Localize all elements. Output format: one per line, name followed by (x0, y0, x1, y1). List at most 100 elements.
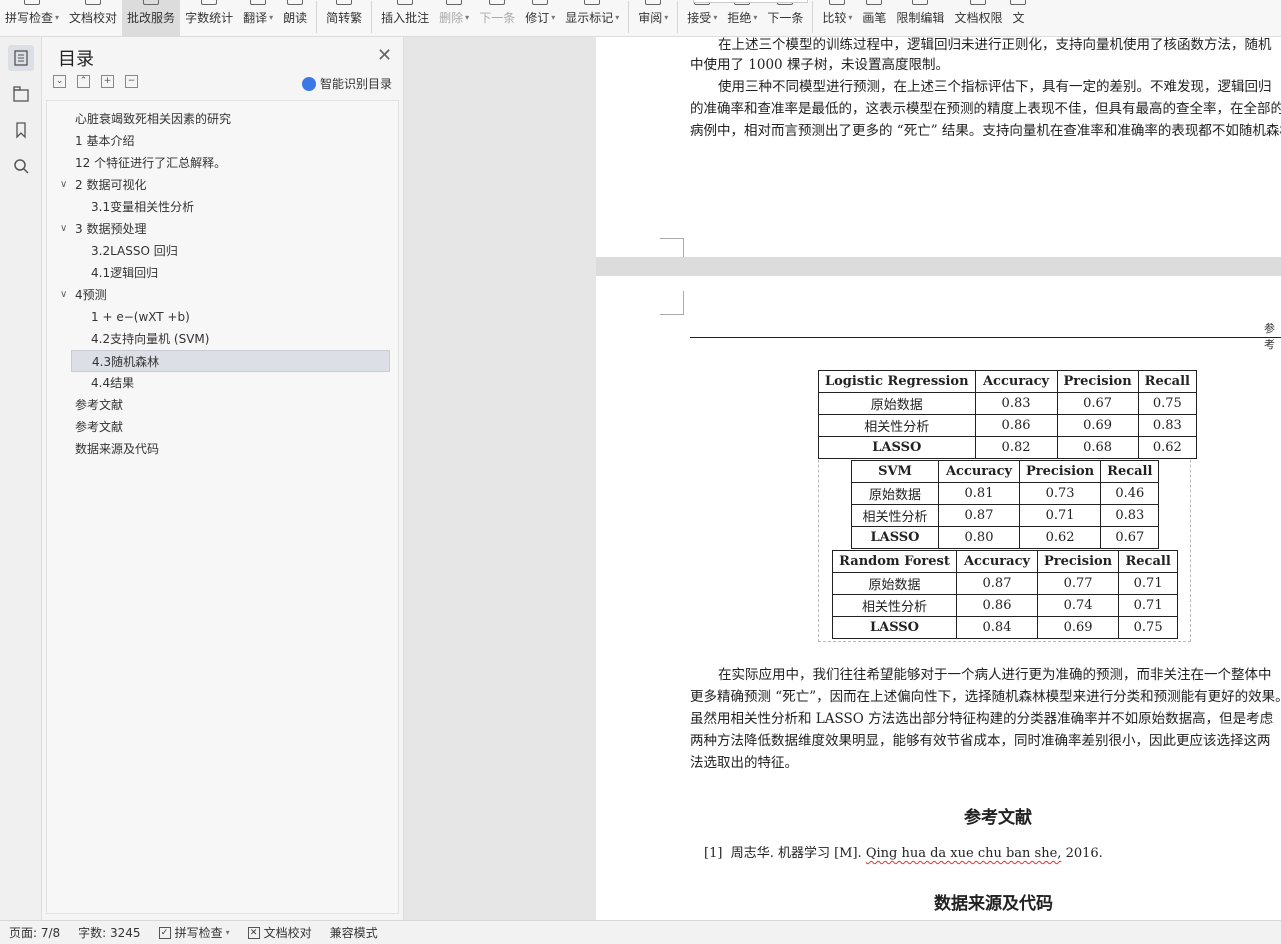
ribbon-icon (489, 0, 506, 5)
toc-icon[interactable] (8, 45, 34, 71)
search-icon[interactable] (8, 153, 34, 179)
ribbon-button[interactable]: 文档权限 (949, 0, 1007, 36)
toc-title: 目录 (58, 49, 94, 70)
table-row: 相关性分析 0.87 0.71 0.83 (851, 504, 1160, 527)
ribbon-button[interactable]: 翻译 ▾ (238, 0, 278, 36)
ribbon-icon (287, 0, 304, 5)
chapter-nav-icon[interactable] (8, 81, 34, 107)
chevron-down-icon: ▾ (753, 13, 758, 22)
toc-item[interactable]: ∨ 3 数据预处理 (47, 218, 398, 240)
expand-up-icon[interactable]: ⌃ (77, 75, 90, 88)
toc-panel: 目录 ✕ ⌄ ⌃ + − 智能识别目录 心脏衰竭致死相关因素的研究 1 基本介绍 1… (42, 37, 404, 920)
close-icon[interactable]: ✕ (377, 45, 392, 66)
toc-item[interactable]: 4.3随机森林 (71, 350, 390, 372)
word-count[interactable]: 字数: 3245 (69, 924, 149, 941)
ribbon-button[interactable]: 下一条 (762, 0, 808, 36)
chevron-down-icon[interactable]: ∨ (60, 218, 67, 240)
toc-item-label: 1 + e−(wXT +b) (91, 310, 190, 324)
bookmark-icon[interactable] (8, 117, 34, 143)
ribbon-divider (812, 1, 814, 33)
table-cell: 0.87 (938, 504, 1020, 527)
ribbon-button[interactable]: 限制编辑 (891, 0, 949, 36)
ribbon-button[interactable]: 显示标记 ▾ (560, 0, 624, 36)
ribbon-button[interactable]: 拼写检查 ▾ (0, 0, 64, 36)
ribbon-button[interactable]: 字数统计 (180, 0, 238, 36)
toc-item[interactable]: 心脏衰竭致死相关因素的研究 (47, 108, 398, 130)
toc-item-label: 4预测 (75, 288, 107, 302)
paragraph-line: 两种方法降低数据维度效果明显，能够有效节省成本，同时准确率差别很小，因此更应该选… (690, 733, 1271, 749)
proofread-status[interactable]: ✕ 文档校对 (239, 924, 321, 941)
table-cell: 0.67 (1100, 526, 1160, 549)
table-cell: 0.67 (1056, 392, 1139, 415)
ribbon-button[interactable]: 删除 ▾ (434, 0, 474, 36)
ribbon-button[interactable]: 下一条 (474, 0, 520, 36)
ribbon-button[interactable]: 文 (1007, 0, 1029, 36)
toc-item[interactable]: 参考文献 (47, 416, 398, 438)
ribbon-label: 文档权限 (954, 11, 1003, 25)
ribbon-label: 拼写检查 (5, 11, 54, 25)
row-header-cell: LASSO (818, 436, 976, 459)
ribbon-button[interactable]: 拒绝 ▾ (722, 0, 762, 36)
ribbon-button[interactable]: 插入批注 (376, 0, 434, 36)
ribbon-icon (829, 0, 846, 5)
ribbon-button[interactable]: 画笔 (857, 0, 891, 36)
remove-heading-icon[interactable]: − (125, 75, 138, 88)
ribbon-button[interactable]: 批改服务 (122, 0, 181, 36)
ribbon-button[interactable]: 朗读 (278, 0, 312, 36)
ribbon-label: 插入批注 (381, 11, 430, 25)
ribbon-label: 简转繁 (326, 11, 363, 25)
column-header: Precision (1018, 460, 1102, 483)
smart-toc-button[interactable]: 智能识别目录 (302, 75, 392, 92)
table-cell: 0.46 (1100, 482, 1160, 505)
toc-item[interactable]: 1 + e−(wXT +b) (47, 306, 398, 328)
chevron-down-icon[interactable]: ∨ (60, 284, 67, 306)
table-cell: 0.86 (956, 594, 1038, 617)
ribbon-button[interactable]: 简转繁 (321, 0, 367, 36)
ribbon-label: 下一条 (767, 11, 804, 25)
ribbon-button[interactable]: 接受 ▾ (682, 0, 722, 36)
toc-item[interactable]: 3.1变量相关性分析 (47, 196, 398, 218)
navigation-icon-strip (0, 37, 42, 920)
toc-item[interactable]: 4.4结果 (47, 372, 398, 394)
results-table: Logistic Regression Accuracy Precision Reca… (818, 370, 1197, 459)
ribbon-search-box[interactable] (693, 0, 808, 3)
table-cell: 0.68 (1056, 436, 1139, 459)
compat-mode: 兼容模式 (329, 926, 378, 940)
paragraph-line: 病例中，相对而言预测出了更多的 “死亡” 结果。支持向量机在查准率和准确率的表现… (690, 123, 1281, 139)
toc-item[interactable]: 参考文献 (47, 394, 398, 416)
toc-item[interactable]: 12 个特征进行了汇总解释。 (47, 152, 398, 174)
ribbon-label: 翻译 (243, 11, 268, 25)
status-bar: 页面: 7/8 字数: 3245 ✓ 拼写检查 ▾ ✕ 文档校对 兼容模式 (0, 920, 1281, 944)
page-indicator[interactable]: 页面: 7/8 (0, 924, 69, 941)
paragraph-line: 在上述三个模型的训练过程中，逻辑回归未进行正则化，支持向量机使用了核函数方法，随… (718, 37, 1272, 53)
toc-item[interactable]: 4.1逻辑回归 (47, 262, 398, 284)
data-source-heading: 数据来源及代码 (934, 894, 1053, 914)
chevron-down-icon[interactable]: ∨ (60, 174, 67, 196)
ribbon-button[interactable]: 文档校对 (64, 0, 122, 36)
ribbon-label: 朗读 (283, 11, 308, 25)
proofread-label: 文档校对 (263, 926, 312, 940)
toc-item[interactable]: ∨ 4预测 (47, 284, 398, 306)
toc-item[interactable]: 3.2LASSO 回归 (47, 240, 398, 262)
collapse-down-icon[interactable]: ⌄ (53, 75, 66, 88)
toc-item[interactable]: 1 基本介绍 (47, 130, 398, 152)
toc-item[interactable]: 4.2支持向量机 (SVM) (47, 328, 398, 350)
table-row: 原始数据 0.83 0.67 0.75 (818, 392, 1197, 415)
toc-item-label: 参考文献 (75, 398, 124, 412)
row-header-cell: 相关性分析 (832, 594, 957, 617)
spell-check-status[interactable]: ✓ 拼写检查 ▾ (150, 924, 239, 941)
table-cell: 0.80 (938, 526, 1020, 549)
table-row: LASSO 0.84 0.69 0.75 (832, 616, 1179, 639)
column-header: Recall (1100, 460, 1160, 483)
results-table: SVM Accuracy Precision Recall 原始数据 0.81 0.73 0.… (851, 460, 1160, 549)
ribbon-button[interactable]: 修订 ▾ (520, 0, 560, 36)
crop-mark (660, 291, 684, 315)
table-row: 原始数据 0.81 0.73 0.46 (851, 482, 1160, 505)
toc-list: 心脏衰竭致死相关因素的研究 1 基本介绍 12 个特征进行了汇总解释。 ∨ 2 数据可视… (46, 100, 399, 914)
ribbon-button[interactable]: 比较 ▾ (817, 0, 857, 36)
add-heading-icon[interactable]: + (101, 75, 114, 88)
ribbon-button[interactable]: 审阅 ▾ (633, 0, 673, 36)
toc-item[interactable]: ∨ 2 数据可视化 (47, 174, 398, 196)
toc-item[interactable]: 数据来源及代码 (47, 438, 398, 460)
ribbon-label: 限制编辑 (896, 11, 945, 25)
